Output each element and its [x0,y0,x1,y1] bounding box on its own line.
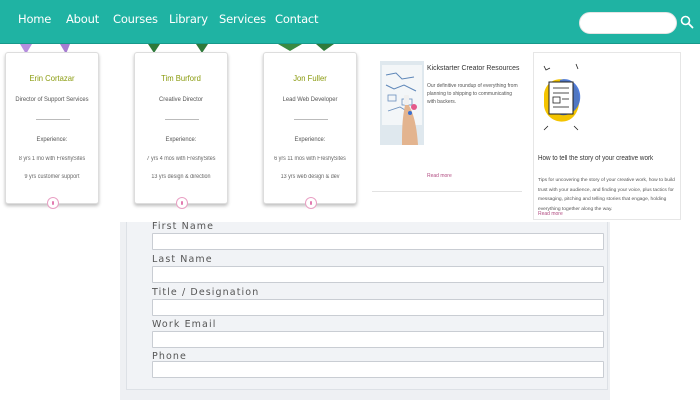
info-toggle-icon[interactable] [305,197,317,209]
experience-line: 8 yrs 1 mo with FreshySites [18,156,86,162]
info-toggle-icon[interactable] [176,197,188,209]
story-illustration[interactable] [540,60,584,144]
first-name-field[interactable] [152,233,604,250]
nav-item-home[interactable]: Home [18,12,51,26]
staff-name: Tim Burford [161,73,201,83]
experience-line: 6 yrs 11 mos with FreshySites [274,156,346,162]
experience-heading: Experience: [165,136,197,143]
first-name-label: First Name [152,221,215,232]
experience-heading: Experience: [36,136,68,143]
work-email-field[interactable] [152,331,604,348]
staff-role: Director of Support Services [15,96,89,103]
nav-item-services[interactable]: Services [219,12,266,26]
nav-item-library[interactable]: Library [169,12,208,26]
staff-name: Erin Cortazar [29,73,75,83]
info-toggle-icon[interactable] [47,197,59,209]
staff-role: Lead Web Developer [282,96,338,103]
experience-line: 7 yrs 4 mos with FreshySites [146,156,216,162]
title-designation-label: Title / Designation [152,287,260,298]
staff-card: Erin Cortazar Director of Support Servic… [5,52,99,209]
resource-description: Our definitive roundup of everything fro… [427,83,518,105]
nav-item-courses[interactable]: Courses [113,12,158,26]
resource-card: How to tell the story of your creative w… [533,52,681,220]
whiteboard-image[interactable] [380,61,424,145]
last-name-field[interactable] [152,266,604,283]
staff-name: Jon Fuller [293,73,327,83]
nav-item-about[interactable]: About [66,12,99,26]
resource-description: Tips for uncovering the story of your cr… [538,178,675,212]
search-input[interactable] [579,12,677,34]
read-more-link[interactable]: Read more [427,173,452,179]
last-name-label: Last Name [152,254,213,265]
divider [36,119,70,120]
title-designation-field[interactable] [152,299,604,316]
read-more-link[interactable]: Read more [538,211,563,217]
search-icon[interactable] [680,15,694,29]
work-email-label: Work Email [152,319,217,330]
page-background [610,222,700,400]
divider [165,119,199,120]
staff-card: Tim Burford Creative Director Experience… [134,52,228,209]
top-nav-bar: Home About Courses Library Services Cont… [0,0,700,44]
staff-card: Jon Fuller Lead Web Developer Experience… [263,52,357,209]
phone-field[interactable] [152,361,604,378]
resource-title[interactable]: How to tell the story of your creative w… [538,155,653,162]
staff-role: Creative Director [159,96,203,103]
experience-line: 13 yrs web design & dev [280,174,340,180]
experience-line: 13 yrs design & direction [151,174,211,180]
resource-title[interactable]: Kickstarter Creator Resources [427,63,519,72]
experience-heading: Experience: [294,136,326,143]
divider [294,119,328,120]
experience-line: 9 yrs customer support [24,174,80,180]
resource-card: Kickstarter Creator Resources Our defini… [372,52,522,192]
nav-item-contact[interactable]: Contact [275,12,319,26]
